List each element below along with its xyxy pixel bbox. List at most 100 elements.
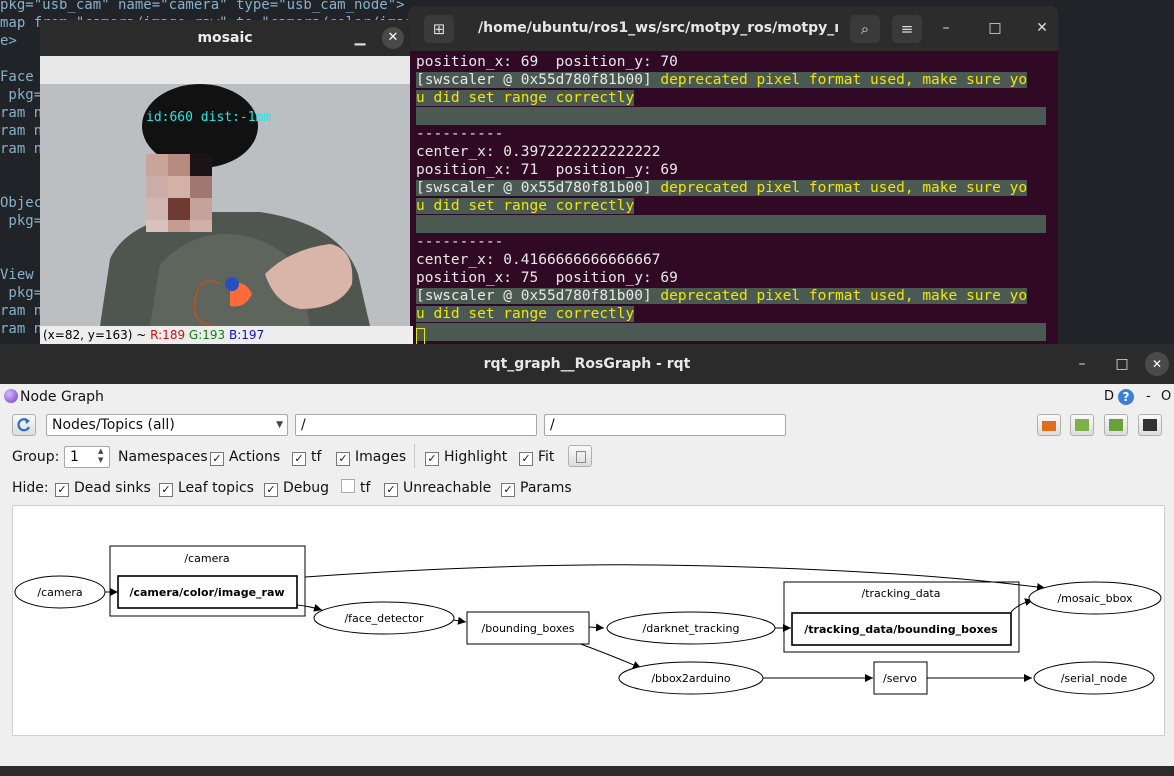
save-svg-icon[interactable]	[1104, 414, 1128, 436]
toolbar-separator	[414, 444, 415, 468]
node-mosaic-bbox-label: /mosaic_bbox	[1057, 592, 1133, 605]
ros-graph[interactable]: /camera /tracking_data /camera /face_det…	[13, 506, 1164, 735]
images-checkbox[interactable]: ✓ Images	[336, 446, 406, 468]
terminal-titlebar[interactable]: ⊞ /home/ubuntu/ros1_ws/src/motpy_ros/mot…	[408, 6, 1058, 51]
minimize-icon[interactable]: ▁	[350, 28, 370, 48]
params-checkbox[interactable]: ✓ Params	[501, 477, 572, 499]
edge	[1010, 598, 1034, 613]
plugin-close-button[interactable]: O	[1161, 387, 1171, 407]
terminal-highlight-band	[416, 215, 1046, 233]
hide-tf-checkbox[interactable]: tf	[341, 477, 370, 499]
leaf-topics-checkbox[interactable]: ✓ Leaf topics	[159, 477, 254, 499]
node-serial-node-label: /serial_node	[1061, 672, 1128, 685]
fit-in-view-icon[interactable]	[568, 445, 592, 467]
terminal-title: /home/ubuntu/ros1_ws/src/motpy_ros/motpy…	[478, 20, 838, 36]
camera-image: id:660 dist:-1mm	[40, 84, 410, 326]
window-bottom-edge	[0, 766, 1174, 776]
help-icon[interactable]: ?	[1118, 389, 1134, 405]
search-icon[interactable]: ⌕	[850, 15, 880, 43]
node-darknet-tracking-label: /darknet_tracking	[643, 622, 740, 635]
green-value: G:193	[188, 328, 226, 342]
mosaic-titlebar[interactable]: mosaic ▁ ✕	[40, 20, 410, 56]
terminal-line: position_x: 71 position_y: 69	[416, 162, 678, 178]
terminal-line: center_x: 0.4166666666666667	[416, 252, 661, 268]
terminal-line: [swscaler @ 0x55d780f81b00] deprecated p…	[416, 288, 1028, 304]
edge	[577, 642, 642, 669]
plugin-title: Node Graph	[20, 389, 104, 405]
group-label: Group:	[12, 449, 60, 465]
maximize-icon[interactable]: □	[983, 6, 1007, 51]
edge	[304, 564, 1046, 591]
namespaces-option[interactable]: Namespaces	[118, 446, 208, 468]
terminal-highlight-band	[416, 323, 1046, 341]
terminal-line: u did set range correctly	[416, 90, 635, 106]
cluster-tracking-data-label: /tracking_data	[862, 587, 941, 600]
face-mosaic	[146, 154, 212, 232]
new-tab-icon[interactable]: ⊞	[424, 15, 454, 43]
rqt-window[interactable]: rqt_graph__RosGraph - rqt – □ ✕ Node Gra…	[0, 344, 1174, 776]
namespace-filter-input[interactable]: /	[295, 414, 537, 436]
editor-line: pkg=	[0, 213, 43, 229]
pixel-status-bar: (x=82, y=163) ~ R:189 G:193 B:197	[40, 326, 413, 344]
save-image-icon[interactable]	[1138, 414, 1162, 436]
dead-sinks-checkbox[interactable]: ✓ Dead sinks	[55, 477, 151, 499]
close-icon[interactable]: ✕	[382, 27, 404, 49]
topic-filter-input[interactable]: /	[544, 414, 786, 436]
terminal-line: position_x: 69 position_y: 70	[416, 54, 678, 70]
tf-checkbox[interactable]: ✓ tf	[292, 446, 321, 468]
terminal-highlight-band	[416, 107, 1046, 125]
node-face-detector-label: /face_detector	[344, 612, 424, 625]
save-dot-icon[interactable]	[1070, 414, 1094, 436]
red-value: R:189	[150, 328, 186, 342]
debug-checkbox[interactable]: ✓ Debug	[264, 477, 329, 499]
terminal-line: [swscaler @ 0x55d780f81b00] deprecated p…	[416, 71, 1028, 89]
minimize-icon[interactable]: –	[1070, 352, 1094, 376]
hide-options: Hide: ✓ Dead sinks ✓ Leaf topics ✓ Debug tf…	[12, 477, 612, 499]
rqt-titlebar[interactable]: rqt_graph__RosGraph - rqt – □ ✕	[0, 344, 1174, 384]
topic-tracking-bounding-boxes-label: /tracking_data/bounding_boxes	[804, 623, 998, 636]
close-icon[interactable]: ✕	[1145, 352, 1169, 376]
plugin-icon	[4, 389, 18, 403]
terminal-line: position_x: 75 position_y: 69	[416, 270, 678, 286]
editor-line: pkg=	[0, 87, 43, 103]
node-camera-label: /camera	[37, 586, 82, 599]
unreachable-checkbox[interactable]: ✓ Unreachable	[384, 477, 491, 499]
graph-type-select[interactable]: Nodes/Topics (all) ▼	[46, 414, 288, 436]
terminal-line: [swscaler @ 0x55d780f81b00] deprecated p…	[416, 180, 1028, 196]
highlight-checkbox[interactable]: ✓ Highlight	[425, 446, 507, 468]
minimize-icon[interactable]: –	[934, 6, 958, 51]
maximize-icon[interactable]: □	[1110, 352, 1134, 376]
load-dot-icon[interactable]	[1037, 414, 1061, 436]
terminal-window[interactable]: ⊞ /home/ubuntu/ros1_ws/src/motpy_ros/mot…	[408, 6, 1058, 346]
tracking-id-label: id:660 dist:-1mm	[146, 110, 272, 125]
ros-graph-canvas[interactable]: /camera /tracking_data /camera /face_det…	[12, 505, 1165, 736]
blue-value: B:197	[229, 328, 265, 342]
edge	[296, 603, 323, 612]
chevron-down-icon: ▼	[276, 420, 283, 430]
cluster-camera-label: /camera	[184, 552, 229, 565]
plugin-titlebar: Node Graph D ? - O	[0, 384, 1174, 410]
editor-line: pkg="usb_cam" name="camera" type="usb_ca…	[0, 0, 405, 13]
terminal-line: u did set range correctly	[416, 198, 635, 214]
node-bbox2arduino-label: /bbox2arduino	[651, 672, 731, 685]
plugin-d-button[interactable]: D	[1104, 387, 1114, 407]
topic-image-raw-label: /camera/color/image_raw	[129, 586, 284, 599]
rqt-title: rqt_graph__RosGraph - rqt	[483, 356, 691, 372]
refresh-icon[interactable]	[12, 414, 36, 436]
editor-line: pkg=	[0, 285, 43, 301]
editor-line: e>	[0, 33, 17, 49]
terminal-line: u did set range correctly	[416, 306, 635, 322]
spin-arrows-icon[interactable]: ▲ ▼	[98, 447, 103, 465]
terminal-output[interactable]: position_x: 69 position_y: 70 [swscaler …	[416, 53, 1046, 346]
terminal-line: ----------	[416, 234, 504, 250]
plugin-minimize-button[interactable]: -	[1146, 387, 1151, 407]
topic-servo-label: /servo	[883, 672, 917, 685]
mosaic-window[interactable]: mosaic ▁ ✕ id:660 dist:-1mm (x=82, y=163…	[40, 20, 413, 344]
edge	[588, 623, 605, 632]
actions-checkbox[interactable]: ✓ Actions	[210, 446, 280, 468]
close-icon[interactable]: ✕	[1030, 6, 1054, 51]
hide-label: Hide:	[12, 480, 49, 496]
warning-text: deprecated pixel format used, make sure …	[651, 72, 1028, 88]
hamburger-menu-icon[interactable]: ≡	[892, 15, 922, 43]
fit-checkbox[interactable]: ✓ Fit	[519, 446, 554, 468]
